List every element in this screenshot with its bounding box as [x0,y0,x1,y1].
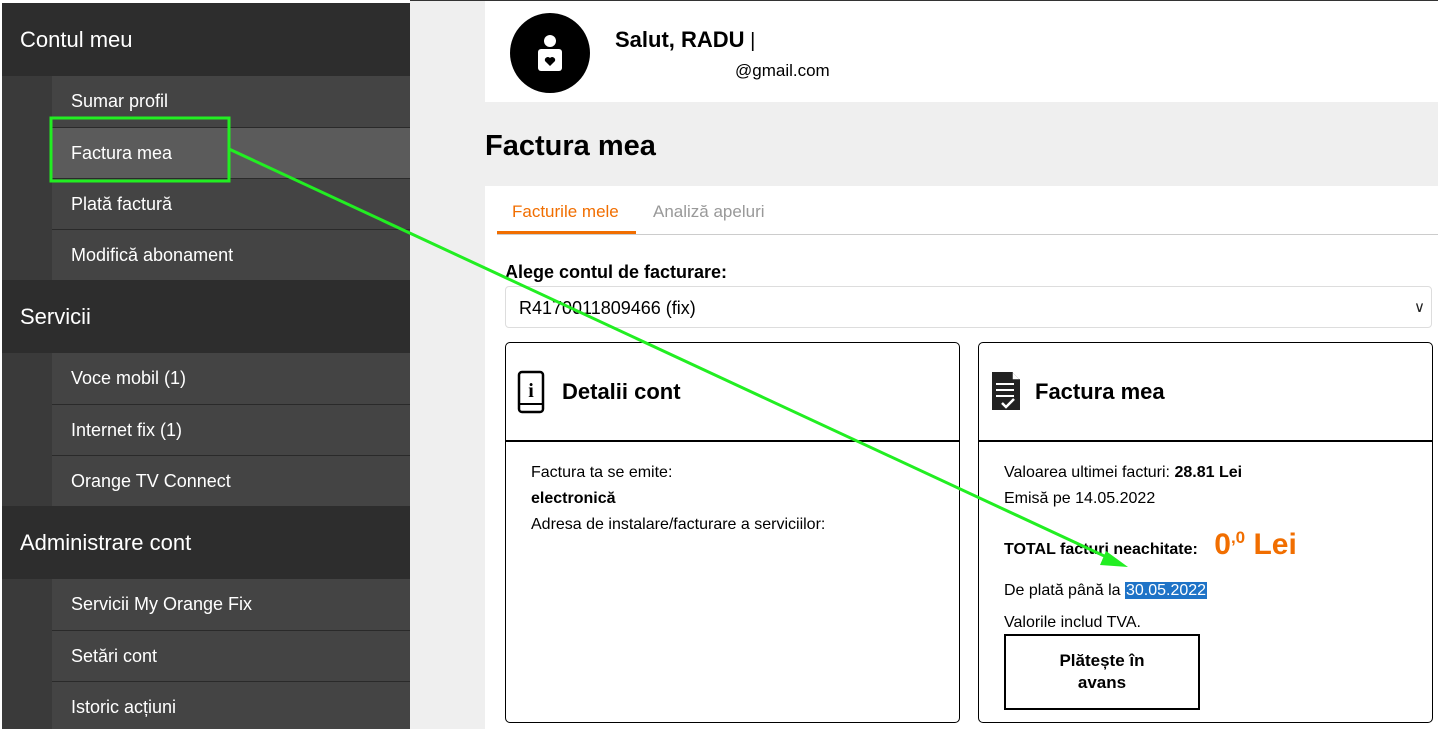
avatar[interactable] [510,13,590,93]
account-select-label: Alege contul de facturare: [505,262,728,282]
pay-in-advance-button[interactable]: Plătește în avans [1004,634,1200,710]
address-label: Adresa de instalare/facturare a servicii… [531,516,826,533]
issued-date: Emisă pe 14.05.2022 [1004,490,1156,507]
profile-header: Salut, RADU | @gmail.com [485,1,1438,102]
pay-button-line2: avans [1077,673,1127,692]
total-unpaid-row: TOTAL facturi neachitate: 0,0 Lei [1004,518,1407,570]
svg-text:i: i [528,380,534,402]
sidebar-item-internet-fix[interactable]: Internet fix (1) [52,404,410,455]
tabs-divider [497,234,1438,235]
text-cursor: | [744,30,756,52]
invoice-card-body: Valoarea ultimei facturi: 28.81 Lei Emis… [979,442,1432,654]
sidebar-heading-servicii: Servicii [2,280,410,353]
sidebar-item-setari-cont[interactable]: Setări cont [52,630,410,681]
details-card-title: Detalii cont [562,379,681,404]
last-invoice-row: Valoarea ultimei facturi: 28.81 Lei [1004,460,1407,486]
chevron-down-icon: ∨ [1414,299,1425,316]
sidebar-item-plata-factura[interactable]: Plată factură [52,178,410,229]
user-email: @gmail.com [735,61,830,80]
gutter [410,0,485,729]
total-amount-int: 0 [1214,528,1231,561]
total-amount-dec: ,0 [1230,528,1246,547]
due-date: 30.05.2022 [1124,582,1208,599]
last-invoice-label: Valoarea ultimei facturi: [1004,464,1170,481]
due-row: De plată până la 30.05.2022 [1004,578,1407,604]
sidebar-item-orange-tv[interactable]: Orange TV Connect [52,455,410,506]
info-phone-icon: i [517,370,545,414]
tab-facturile-mele[interactable]: Facturile mele [512,202,619,222]
issue-mode-label: Factura ta se emite: [531,464,673,481]
sidebar: Contul meu Sumar profil Factura mea Plat… [2,3,410,729]
account-select[interactable]: R4170011809466 (fix) ∨ [505,286,1432,328]
sidebar-item-sumar-profil[interactable]: Sumar profil [52,76,410,127]
issue-mode-value: electronică [531,490,616,507]
due-label: De plată până la [1004,582,1121,599]
total-unpaid-label: TOTAL facturi neachitate: [1004,541,1198,558]
sidebar-item-factura-mea[interactable]: Factura mea [52,127,410,178]
invoice-card: Factura mea Valoarea ultimei facturi: 28… [978,342,1433,723]
total-unpaid-amount: 0,0 Lei [1214,528,1297,561]
invoice-document-icon [992,372,1020,410]
details-card-body: Factura ta se emite: electronică Adresa … [506,442,959,556]
greeting-text: Salut, RADU [615,27,745,52]
sidebar-item-voce-mobil[interactable]: Voce mobil (1) [52,353,410,404]
sidebar-section-account: Contul meu Sumar profil Factura mea Plat… [2,3,410,280]
sidebar-section-administrare: Administrare cont Servicii My Orange Fix… [2,506,410,729]
details-card: i Detalii cont Factura ta se emite: elec… [505,342,960,723]
tab-analiza-apeluri[interactable]: Analiză apeluri [653,202,765,222]
last-invoice-value: 28.81 Lei [1174,464,1243,481]
pay-button-line1: Plătește în [1059,651,1145,670]
sidebar-heading-contul-meu: Contul meu [2,3,410,76]
user-icon [538,35,562,71]
details-card-header: i Detalii cont [506,343,959,442]
sidebar-item-istoric-actiuni[interactable]: Istoric acțiuni [52,681,410,729]
page-title: Factura mea [485,130,656,162]
main-panel: Facturile mele Analiză apeluri Alege con… [485,186,1438,729]
invoice-card-title: Factura mea [1035,379,1165,404]
sidebar-item-modifica-abonament[interactable]: Modifică abonament [52,229,410,280]
sidebar-item-servicii-my-orange[interactable]: Servicii My Orange Fix [52,579,410,630]
account-select-value: R4170011809466 (fix) [519,298,696,318]
sidebar-section-servicii: Servicii Voce mobil (1) Internet fix (1)… [2,280,410,506]
vat-note: Valorile includ TVA. [1004,614,1141,631]
sidebar-heading-administrare: Administrare cont [2,506,410,579]
greeting: Salut, RADU | [615,27,755,53]
invoice-card-header: Factura mea [979,343,1432,442]
total-amount-unit: Lei [1253,528,1297,561]
